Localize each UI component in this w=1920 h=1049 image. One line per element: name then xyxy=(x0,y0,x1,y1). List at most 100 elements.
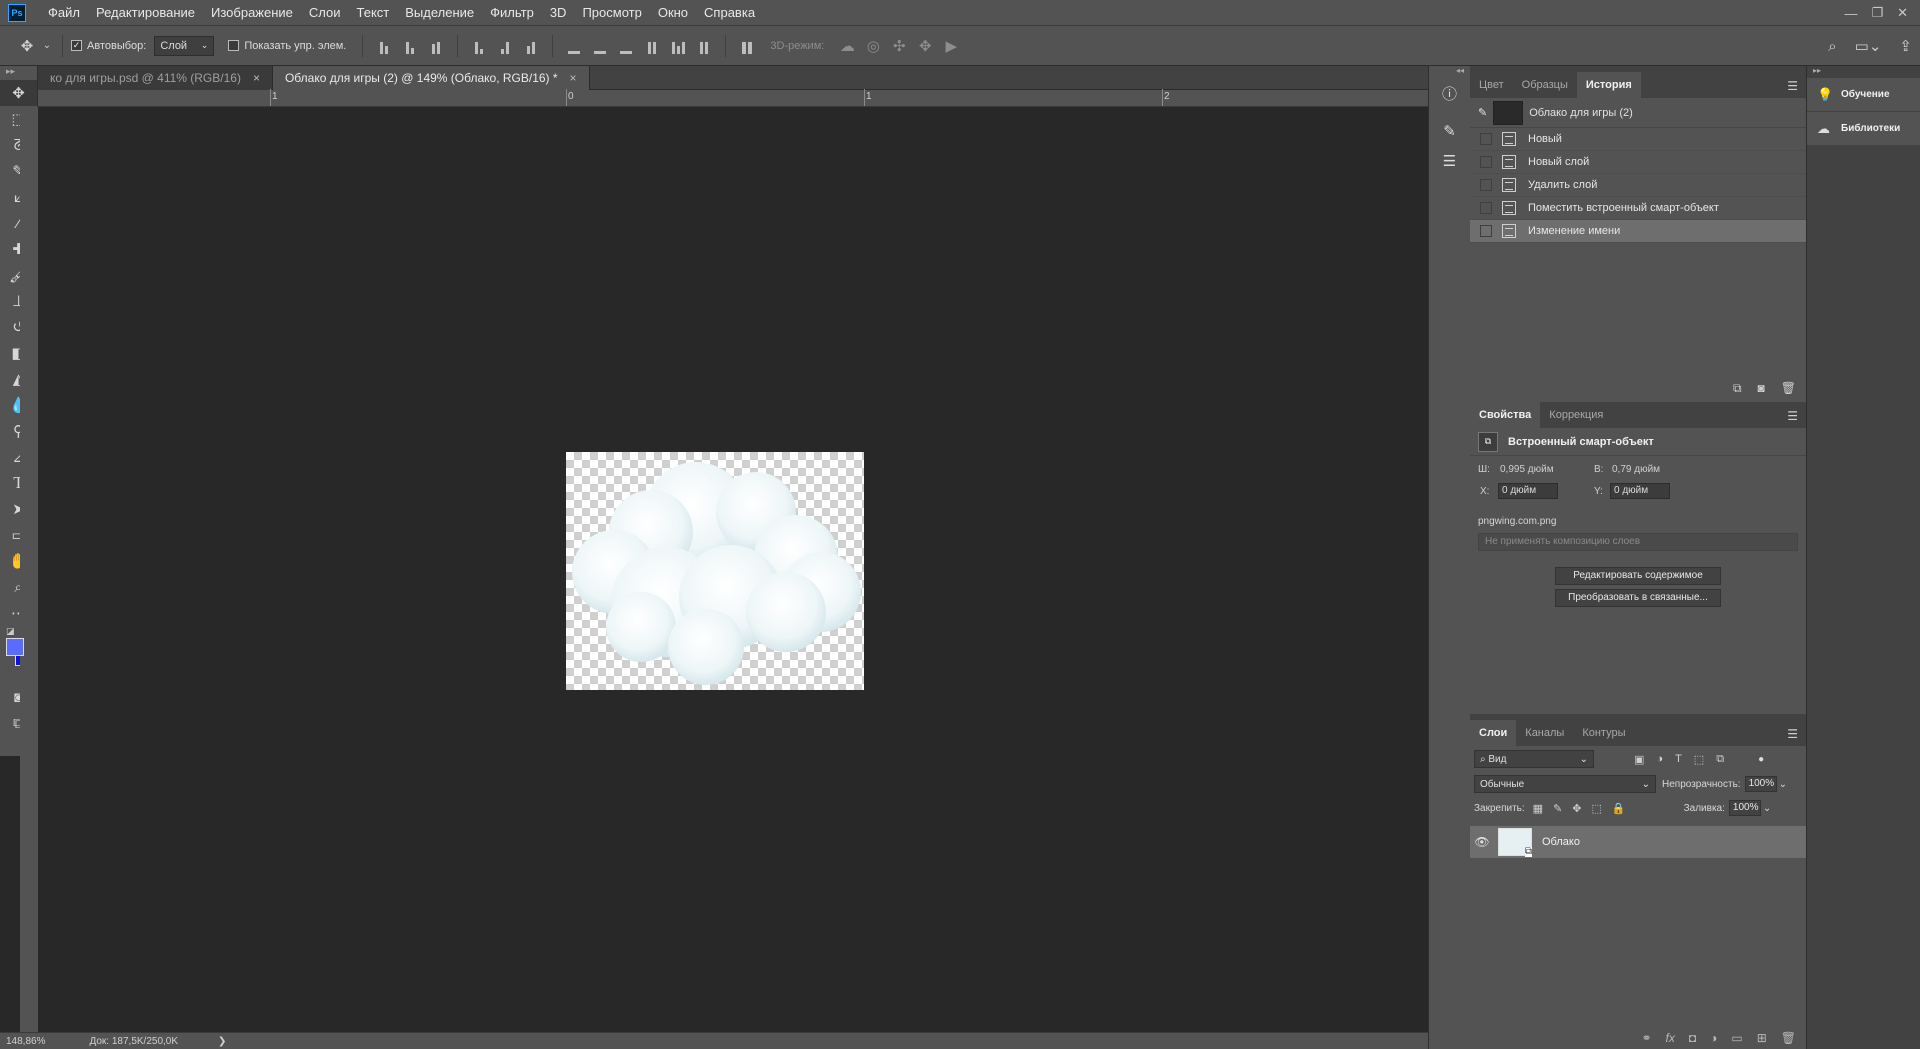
width-value[interactable]: 0,995 дюйм xyxy=(1500,464,1554,475)
menu-3d[interactable]: 3D xyxy=(542,0,575,26)
move-tool-icon[interactable]: ✥ xyxy=(14,37,40,55)
menu-view[interactable]: Просмотр xyxy=(574,0,649,26)
toolbar-collapse-icon[interactable]: ▸▸ xyxy=(0,66,37,80)
tab-channels[interactable]: Каналы xyxy=(1516,720,1573,746)
history-source-checkbox[interactable] xyxy=(1480,156,1492,168)
tab-swatches[interactable]: Образцы xyxy=(1513,72,1577,98)
layer-row[interactable]: 👁 Облако xyxy=(1470,826,1806,858)
default-colors-icon[interactable]: ◪ xyxy=(6,626,15,637)
close-icon[interactable]: × xyxy=(570,71,577,85)
history-item[interactable]: Удалить слой xyxy=(1470,174,1806,197)
lock-all-icon[interactable]: 🔒 xyxy=(1612,802,1626,815)
canvas-area[interactable] xyxy=(38,107,1428,1032)
tab-layers[interactable]: Слои xyxy=(1470,720,1517,746)
history-source-checkbox[interactable] xyxy=(1480,179,1492,191)
menu-layers[interactable]: Слои xyxy=(301,0,349,26)
new-layer-icon[interactable]: ⊞ xyxy=(1757,1031,1767,1045)
lock-position-icon[interactable]: ✥ xyxy=(1572,802,1581,815)
menu-help[interactable]: Справка xyxy=(696,0,763,26)
3d-orbit-icon[interactable]: ☁ xyxy=(834,37,860,55)
history-source-checkbox[interactable] xyxy=(1480,225,1492,237)
history-item[interactable]: Новый слой xyxy=(1470,151,1806,174)
align-top-icon[interactable] xyxy=(375,38,393,54)
convert-to-linked-button[interactable]: Преобразовать в связанные... xyxy=(1555,589,1721,607)
folder-icon[interactable]: ▭ xyxy=(1731,1031,1742,1045)
history-item[interactable]: Поместить встроенный смарт-объект xyxy=(1470,197,1806,220)
workspace-icon[interactable]: ▭⌄ xyxy=(1855,37,1882,55)
menu-file[interactable]: Файл xyxy=(40,0,88,26)
foreground-color-swatch[interactable] xyxy=(6,638,24,656)
panel-menu-icon[interactable]: ☰ xyxy=(1787,409,1798,423)
close-window-button[interactable]: ✕ xyxy=(1897,5,1908,21)
lock-pixels-icon[interactable]: ✎ xyxy=(1553,802,1562,815)
mask-icon[interactable]: ◘ xyxy=(1689,1031,1696,1045)
align-bottom-icon[interactable] xyxy=(427,38,445,54)
opacity-input[interactable]: 100% xyxy=(1744,776,1777,792)
zoom-level[interactable]: 148,86% xyxy=(6,1036,45,1047)
share-icon[interactable]: ⇪ xyxy=(1899,37,1912,55)
3d-pan-icon[interactable]: ✣ xyxy=(886,37,912,55)
tool-preset-chevron-icon[interactable]: ⌄ xyxy=(40,40,54,51)
smart-object-filter-icon[interactable]: ⧉ xyxy=(1716,753,1724,766)
move-tool-icon[interactable]: ✥ xyxy=(0,80,37,106)
camera-icon[interactable]: ◙ xyxy=(1758,381,1765,396)
menu-image[interactable]: Изображение xyxy=(203,0,301,26)
autoselect-dropdown[interactable]: Слой ⌄ xyxy=(154,35,215,56)
dock-collapse-icon[interactable]: ▸▸ xyxy=(1807,66,1920,78)
align-right-icon[interactable] xyxy=(522,38,540,54)
3d-scale-icon[interactable]: ▶ xyxy=(938,37,964,55)
new-document-from-state-icon[interactable]: ⧉ xyxy=(1733,381,1742,396)
align-vcenter-icon[interactable] xyxy=(401,38,419,54)
distribute-left-icon[interactable] xyxy=(643,38,661,54)
document-canvas[interactable] xyxy=(566,452,864,690)
autoselect-checkbox[interactable]: ✓ xyxy=(71,40,82,51)
menu-edit[interactable]: Редактирование xyxy=(88,0,203,26)
menu-type[interactable]: Текст xyxy=(349,0,398,26)
fx-icon[interactable]: fx xyxy=(1666,1031,1675,1045)
align-hcenter-icon[interactable] xyxy=(496,38,514,54)
learn-button[interactable]: 💡 Обучение xyxy=(1807,78,1920,112)
show-controls-checkbox[interactable] xyxy=(228,40,240,51)
history-source-checkbox[interactable] xyxy=(1480,133,1492,145)
tab-adjustments[interactable]: Коррекция xyxy=(1540,402,1612,428)
lock-transparency-icon[interactable]: ▦ xyxy=(1533,802,1543,815)
type-filter-icon[interactable]: T xyxy=(1675,753,1682,766)
close-icon[interactable]: × xyxy=(253,71,260,85)
blend-mode-dropdown[interactable]: Обычные ⌄ xyxy=(1474,775,1656,793)
distribute-hcenter-icon[interactable] xyxy=(669,38,687,54)
menu-filter[interactable]: Фильтр xyxy=(482,0,542,26)
shape-filter-icon[interactable]: ⬚ xyxy=(1694,753,1704,766)
fill-input[interactable]: 100% xyxy=(1728,800,1761,816)
tab-history[interactable]: История xyxy=(1576,72,1641,98)
chevron-down-icon[interactable]: ⌄ xyxy=(1763,803,1771,814)
adjustment-sliders-icon[interactable]: ☰ xyxy=(1429,146,1470,176)
menu-select[interactable]: Выделение xyxy=(397,0,482,26)
distribute-bottom-icon[interactable] xyxy=(617,38,635,54)
dock-collapse-icon[interactable]: ◂◂ xyxy=(1429,66,1470,78)
menu-window[interactable]: Окно xyxy=(650,0,696,26)
link-icon[interactable]: ⚭ xyxy=(1641,1031,1651,1045)
tab-properties[interactable]: Свойства xyxy=(1470,402,1541,428)
history-item-selected[interactable]: Изменение имени xyxy=(1470,220,1806,243)
pixel-filter-icon[interactable]: ▣ xyxy=(1634,753,1644,766)
history-brush-source-icon[interactable]: ✎ xyxy=(1478,106,1487,119)
trash-icon[interactable]: 🗑 xyxy=(1781,381,1796,396)
filter-toggle-icon[interactable]: ● xyxy=(1758,754,1764,765)
layer-name[interactable]: Облако xyxy=(1542,836,1580,848)
lock-artboard-icon[interactable]: ⬚ xyxy=(1592,802,1602,815)
history-item[interactable]: Новый xyxy=(1470,128,1806,151)
auto-align-icon[interactable] xyxy=(738,38,756,54)
chevron-down-icon[interactable]: ⌄ xyxy=(1779,779,1787,790)
align-left-icon[interactable] xyxy=(470,38,488,54)
libraries-button[interactable]: ☁ Библиотеки xyxy=(1807,112,1920,146)
panel-menu-icon[interactable]: ☰ xyxy=(1787,79,1798,93)
distribute-vcenter-icon[interactable] xyxy=(591,38,609,54)
brush-settings-icon[interactable]: ✎ xyxy=(1429,116,1470,146)
trash-icon[interactable]: 🗑 xyxy=(1781,1031,1796,1045)
edit-contents-button[interactable]: Редактировать содержимое xyxy=(1555,567,1721,585)
minimize-button[interactable]: — xyxy=(1844,6,1857,21)
tab-paths[interactable]: Контуры xyxy=(1573,720,1634,746)
restore-button[interactable]: ❐ xyxy=(1871,5,1883,21)
layer-comp-dropdown[interactable]: Не применять композицию слоев xyxy=(1478,533,1798,551)
distribute-right-icon[interactable] xyxy=(695,38,713,54)
